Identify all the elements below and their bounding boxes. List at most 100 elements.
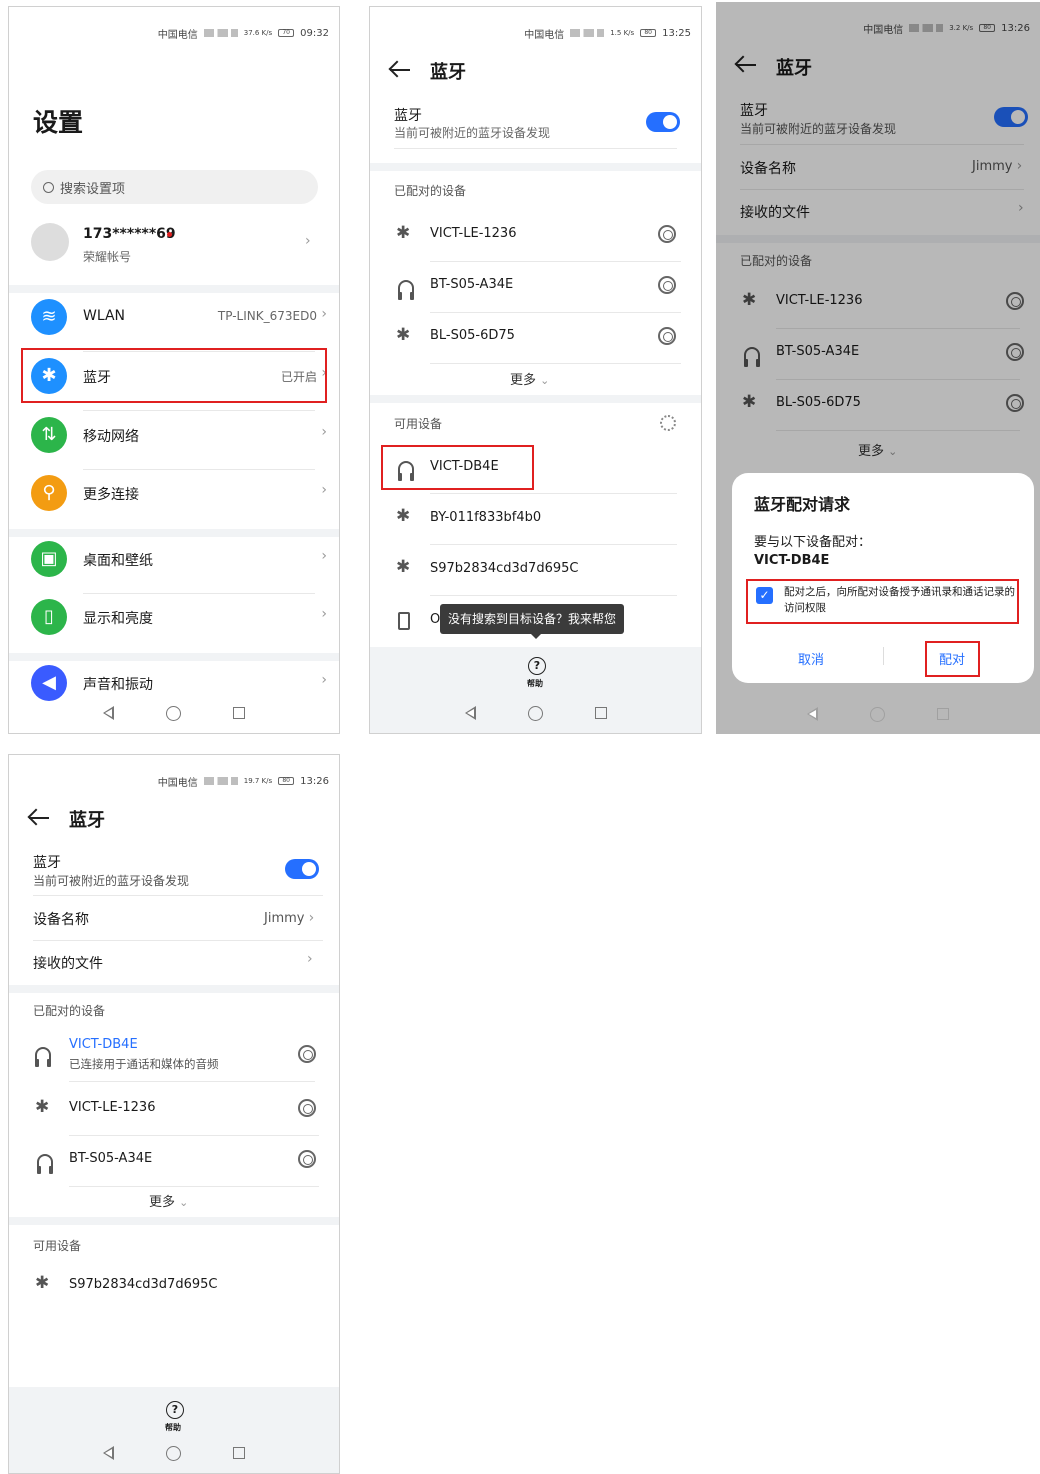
home-nav-icon[interactable] xyxy=(166,1445,181,1461)
highlight-box xyxy=(381,445,534,490)
wallpaper-icon: ▣ xyxy=(31,541,67,577)
chevron-right-icon: › xyxy=(321,482,327,498)
paired-device-row[interactable]: ✱ VICT-LE-1236 xyxy=(9,1089,339,1129)
pairing-dialog: 蓝牙配对请求 要与以下设备配对： VICT-DB4E ✓ 配对之后，向所配对设备… xyxy=(732,473,1034,683)
account-row[interactable]: 173******69 荣耀帐号 › xyxy=(9,217,339,277)
chevron-right-icon: › xyxy=(321,306,327,322)
settings-gear-icon[interactable] xyxy=(658,327,676,345)
status-bar: 中国电信 19.7 K/s 80 13:26 xyxy=(9,755,339,807)
more-button[interactable]: 更多 ⌄ xyxy=(510,369,549,388)
help-label: 帮助 xyxy=(527,679,543,688)
pairing-dialog-screen: 中国电信 3.2 K/s 80 13:26 蓝牙 蓝牙 当前可被附近的蓝牙设备发… xyxy=(716,2,1040,734)
available-header: 可用设备 xyxy=(394,417,443,431)
paired-device-row[interactable]: BT-S05-A34E xyxy=(370,266,701,306)
settings-item[interactable]: ▣ 桌面和壁纸 › xyxy=(9,539,339,589)
row-divider xyxy=(430,363,681,364)
loading-spinner-icon xyxy=(660,415,676,431)
recents-nav-icon[interactable] xyxy=(594,707,607,719)
dialog-title: 蓝牙配对请求 xyxy=(754,495,851,514)
back-arrow-icon[interactable] xyxy=(29,805,55,831)
settings-item[interactable]: ▯ 显示和亮度 › xyxy=(9,597,339,647)
settings-gear-icon[interactable] xyxy=(298,1150,316,1168)
bluetooth-toggle[interactable] xyxy=(285,859,319,879)
device-name: VICT-LE-1236 xyxy=(69,1100,156,1115)
highlight-box xyxy=(746,579,1019,624)
available-device-row[interactable]: ✱ S97b2834cd3d7d695C xyxy=(9,1269,339,1303)
recents-nav-icon[interactable] xyxy=(233,707,245,719)
back-nav-icon[interactable] xyxy=(103,1446,114,1460)
signal-icon xyxy=(203,777,238,785)
paired-device-row[interactable]: ✱ BL-S05-6D75 xyxy=(370,317,701,357)
help-tooltip-text: 没有搜索到目标设备？我来帮您 xyxy=(448,612,617,626)
battery-icon: 80 xyxy=(640,29,657,37)
home-nav-icon[interactable] xyxy=(870,706,885,722)
settings-gear-icon[interactable] xyxy=(658,225,676,243)
available-device-row[interactable]: ✱ BY-011f833bf4b0 xyxy=(370,498,701,538)
settings-gear-icon[interactable] xyxy=(658,276,676,294)
settings-item[interactable]: ⚲ 更多连接 › xyxy=(9,473,339,523)
bluetooth-switch-label: 蓝牙 xyxy=(394,108,422,124)
nav-bar xyxy=(9,693,339,733)
settings-gear-icon[interactable] xyxy=(298,1099,316,1117)
chevron-right-icon: › xyxy=(321,606,327,622)
chevron-down-icon: ⌄ xyxy=(540,374,550,387)
device-name: BT-S05-A34E xyxy=(69,1151,153,1166)
settings-screen: 中国电信 37.6 K/s 70 09:32 设置 搜索设置项 173*****… xyxy=(8,6,340,734)
nav-bar xyxy=(716,694,1040,734)
row-divider xyxy=(83,593,315,594)
bluetooth-toggle[interactable] xyxy=(646,112,680,132)
search-icon xyxy=(43,181,54,193)
device-name-value[interactable]: Jimmy › xyxy=(264,910,314,926)
bluetooth-icon: ✱ xyxy=(396,506,411,526)
device-name-text: Jimmy xyxy=(264,911,305,926)
more-button[interactable]: 更多 ⌄ xyxy=(149,1191,188,1210)
nav-bar xyxy=(9,1433,339,1473)
chevron-right-icon: › xyxy=(321,424,327,440)
paired-device-row[interactable]: BT-S05-A34E xyxy=(9,1140,339,1180)
row-divider xyxy=(430,261,681,262)
device-name-label: 设备名称 xyxy=(33,912,89,928)
chevron-down-icon: ⌄ xyxy=(179,1196,189,1209)
settings-item-value: TP-LINK_673ED0 xyxy=(217,309,317,323)
settings-item[interactable]: ≋ WLAN TP-LINK_673ED0 › xyxy=(9,297,339,347)
recents-nav-icon[interactable] xyxy=(937,708,949,720)
net-speed: 1.5 K/s xyxy=(610,29,635,37)
connected-device-row[interactable]: VICT-DB4E 已连接用于通话和媒体的音频 xyxy=(9,1033,339,1081)
received-files-label[interactable]: 接收的文件 xyxy=(33,953,103,973)
help-icon[interactable]: ? xyxy=(166,1401,184,1419)
cancel-button[interactable]: 取消 xyxy=(798,649,824,668)
home-nav-icon[interactable] xyxy=(166,705,181,721)
status-bar: 中国电信 37.6 K/s 70 09:32 xyxy=(9,7,339,59)
back-nav-icon[interactable] xyxy=(103,706,114,720)
battery-icon: 70 xyxy=(278,29,295,37)
settings-item[interactable]: ⇅ 移动网络 › xyxy=(9,415,339,465)
signal-icon xyxy=(570,29,605,37)
recents-nav-icon[interactable] xyxy=(233,1447,245,1459)
settings-item-label: 桌面和壁纸 xyxy=(83,553,153,569)
available-device-row[interactable]: ✱ S97b2834cd3d7d695C xyxy=(370,549,701,589)
phone-icon xyxy=(398,612,410,630)
device-name: S97b2834cd3d7d695C xyxy=(69,1277,218,1292)
search-input[interactable]: 搜索设置项 xyxy=(31,170,318,204)
back-nav-icon[interactable] xyxy=(807,707,818,721)
help-icon[interactable]: ? xyxy=(528,657,546,675)
carrier-label: 中国电信 xyxy=(157,29,198,41)
settings-item-label: 显示和亮度 xyxy=(83,611,153,627)
connected-device-sub: 已连接用于通话和媒体的音频 xyxy=(69,1057,219,1071)
back-nav-icon[interactable] xyxy=(464,706,476,720)
row-divider xyxy=(83,469,315,470)
paired-device-row[interactable]: ✱ VICT-LE-1236 xyxy=(370,215,701,255)
display-icon: ▯ xyxy=(31,599,67,635)
help-tooltip[interactable]: 没有搜索到目标设备？我来帮您 xyxy=(440,604,625,634)
bluetooth-icon: ✱ xyxy=(35,1097,50,1117)
clock: 13:25 xyxy=(662,27,691,39)
back-arrow-icon[interactable] xyxy=(390,57,416,83)
settings-item-label: 声音和振动 xyxy=(83,677,153,693)
bluetooth-switch-sub: 当前可被附近的蓝牙设备发现 xyxy=(394,126,551,140)
settings-item-label: 移动网络 xyxy=(83,429,139,445)
home-nav-icon[interactable] xyxy=(527,705,543,721)
bluetooth-icon: ✱ xyxy=(396,557,411,577)
row-divider xyxy=(83,410,315,411)
settings-gear-icon[interactable] xyxy=(298,1045,316,1063)
page-title: 蓝牙 xyxy=(430,62,466,83)
